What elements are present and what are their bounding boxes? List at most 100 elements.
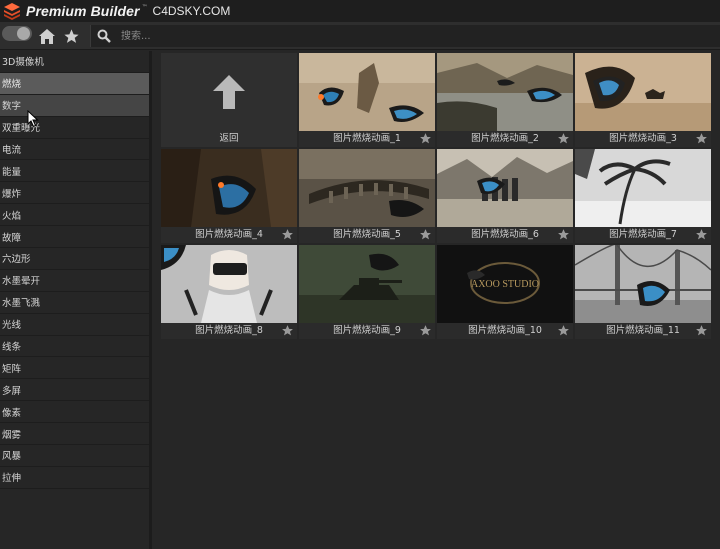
title-bar: Premium Builder ™ C4DSKY.COM — [0, 0, 720, 22]
back-tile[interactable]: 返回 — [161, 53, 297, 147]
sidebar-item-ink-spread[interactable]: 水墨晕开 — [0, 269, 149, 292]
preset-label: 图片燃烧动画_4 — [161, 227, 297, 243]
preset-tile[interactable]: 图片燃烧动画_1 — [299, 53, 435, 147]
preset-thumbnail: AXOO STUDIO — [437, 245, 573, 323]
svg-text:AXOO STUDIO: AXOO STUDIO — [471, 279, 539, 290]
sidebar-item-label: 数字 — [2, 101, 22, 113]
star-icon — [64, 29, 79, 43]
favorite-star-icon[interactable] — [557, 324, 570, 337]
logo-icon — [3, 2, 21, 20]
sidebar-item-3d-camera[interactable]: 3D摄像机 — [0, 51, 149, 73]
trademark-mark: ™ — [141, 3, 148, 11]
preset-label: 图片燃烧动画_6 — [437, 227, 573, 243]
preset-tile[interactable]: 图片燃烧动画_11 — [575, 245, 711, 339]
favorite-star-icon[interactable] — [419, 132, 432, 145]
favorite-star-icon[interactable] — [419, 324, 432, 337]
sidebar-item-storm[interactable]: 风暴 — [0, 445, 149, 467]
sidebar-item-energy[interactable]: 能量 — [0, 160, 149, 183]
sidebar-item-glitch[interactable]: 故障 — [0, 226, 149, 249]
favorite-star-icon[interactable] — [281, 228, 294, 241]
preset-label: 图片燃烧动画_11 — [575, 323, 711, 339]
preset-label: 图片燃烧动画_8 — [161, 323, 297, 339]
preset-label: 图片燃烧动画_1 — [299, 131, 435, 147]
sidebar-item-double-exposure[interactable]: 双重曝光 — [0, 116, 149, 139]
sidebar-item-ink-splash[interactable]: 水墨飞溅 — [0, 291, 149, 314]
home-icon — [39, 29, 55, 44]
preset-thumbnail — [299, 149, 435, 227]
toggle-knob — [17, 27, 30, 40]
search-input[interactable] — [121, 27, 681, 45]
sidebar-item-digital[interactable]: 数字 — [0, 94, 149, 117]
preset-thumbnail — [161, 149, 297, 227]
favorite-star-icon[interactable] — [557, 132, 570, 145]
sidebar-item-fire[interactable]: 火焰 — [0, 204, 149, 227]
preset-tile[interactable]: AXOO STUDIO 图片燃烧动画_10 — [437, 245, 573, 339]
preset-tile[interactable]: 图片燃烧动画_3 — [575, 53, 711, 147]
preset-label: 图片燃烧动画_10 — [437, 323, 573, 339]
up-arrow-icon — [213, 75, 245, 109]
preset-label: 图片燃烧动画_5 — [299, 227, 435, 243]
preset-tile[interactable]: 图片燃烧动画_4 — [161, 149, 297, 243]
home-button[interactable] — [38, 28, 56, 45]
preset-tile[interactable]: 图片燃烧动画_5 — [299, 149, 435, 243]
mouse-cursor-icon — [27, 110, 39, 128]
preset-label: 图片燃烧动画_9 — [299, 323, 435, 339]
sidebar-item-hexagon[interactable]: 六边形 — [0, 248, 149, 270]
preset-label: 图片燃烧动画_3 — [575, 131, 711, 147]
sidebar-item-label: 像素 — [2, 407, 22, 419]
preset-thumbnail — [575, 149, 711, 227]
preset-thumbnail — [575, 245, 711, 323]
favorite-star-icon[interactable] — [695, 228, 708, 241]
sidebar-item-electric[interactable]: 电流 — [0, 138, 149, 161]
favorite-star-icon[interactable] — [557, 228, 570, 241]
sidebar-item-multiscreen[interactable]: 多屏 — [0, 379, 149, 402]
preset-tile[interactable]: 图片燃烧动画_6 — [437, 149, 573, 243]
sidebar-item-label: 线条 — [2, 342, 22, 354]
favorites-button[interactable] — [63, 28, 80, 45]
sidebar-item-pixel[interactable]: 像素 — [0, 401, 149, 424]
favorite-star-icon[interactable] — [695, 132, 708, 145]
preset-thumbnail — [437, 149, 573, 227]
preset-label: 图片燃烧动画_7 — [575, 227, 711, 243]
sidebar-item-label: 火焰 — [2, 210, 22, 222]
mode-toggle[interactable] — [2, 26, 32, 41]
sidebar-item-label: 燃烧 — [2, 79, 22, 91]
sidebar-item-label: 拉伸 — [2, 473, 22, 485]
preset-tile[interactable]: 图片燃烧动画_9 — [299, 245, 435, 339]
sidebar-item-label: 水墨飞溅 — [2, 298, 41, 310]
sidebar-item-smoke[interactable]: 烟雾 — [0, 423, 149, 446]
favorite-star-icon[interactable] — [695, 324, 708, 337]
sidebar-item-stretch[interactable]: 拉伸 — [0, 466, 149, 489]
sidebar-item-matrix[interactable]: 矩阵 — [0, 357, 149, 380]
favorite-star-icon[interactable] — [281, 324, 294, 337]
search-box[interactable] — [90, 25, 720, 47]
preset-tile[interactable]: 图片燃烧动画_8 — [161, 245, 297, 339]
sidebar-item-label: 矩阵 — [2, 363, 22, 375]
category-sidebar: 3D摄像机 燃烧 数字 双重曝光 电流 能量 爆炸 火焰 故障 六边形 水墨晕开… — [0, 51, 152, 549]
sidebar-item-explosion[interactable]: 爆炸 — [0, 182, 149, 205]
sidebar-item-label: 多屏 — [2, 385, 22, 397]
app-title: Premium Builder — [26, 3, 140, 19]
sidebar-item-label: 风暴 — [2, 451, 22, 463]
sidebar-item-label: 故障 — [2, 232, 22, 244]
sidebar-item-label: 电流 — [2, 145, 22, 156]
preset-tile[interactable]: 图片燃烧动画_7 — [575, 149, 711, 243]
sidebar-item-label: 水墨晕开 — [2, 276, 41, 288]
preset-tile[interactable]: 图片燃烧动画_2 — [437, 53, 573, 147]
sidebar-item-lines[interactable]: 线条 — [0, 335, 149, 358]
preset-thumbnail — [299, 53, 435, 131]
sidebar-item-burn[interactable]: 燃烧 — [0, 72, 149, 95]
preset-thumbnail — [575, 53, 711, 131]
sidebar-item-label: 烟雾 — [2, 429, 22, 441]
toolbar — [0, 22, 720, 50]
sidebar-item-label: 3D摄像机 — [2, 57, 44, 69]
sidebar-item-label: 光线 — [2, 320, 22, 332]
sidebar-item-light[interactable]: 光线 — [0, 313, 149, 336]
sidebar-item-label: 爆炸 — [2, 188, 22, 200]
site-label: C4DSKY.COM — [152, 4, 231, 18]
search-icon — [97, 29, 111, 43]
preset-thumbnail — [437, 53, 573, 131]
favorite-star-icon[interactable] — [419, 228, 432, 241]
sidebar-item-label: 六边形 — [2, 254, 31, 266]
preset-thumbnail — [299, 245, 435, 323]
